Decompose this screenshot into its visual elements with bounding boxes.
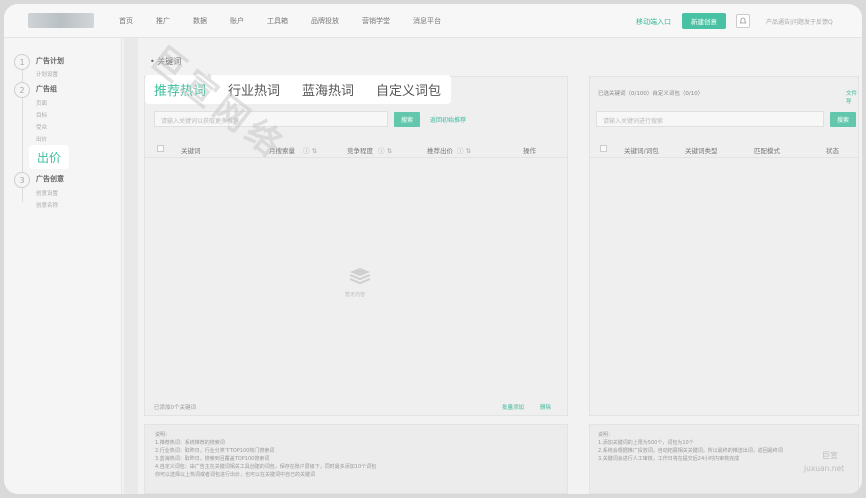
col-keyword-type: 关键词类型 xyxy=(685,147,718,155)
selected-search-input[interactable]: 请输入关键词进行搜索 xyxy=(596,111,824,127)
file-import-link[interactable]: 文件导 xyxy=(846,89,862,105)
selected-keywords-panel xyxy=(589,76,859,416)
bell-icon[interactable] xyxy=(736,14,750,28)
step-number: 2 xyxy=(14,82,30,98)
nav-academy[interactable]: 营销学堂 xyxy=(362,16,390,26)
nav-messages[interactable]: 消息平台 xyxy=(413,16,441,26)
col-suggested-bid[interactable]: 推荐出价 xyxy=(427,145,453,155)
note-line: 你可以选择以上热词或者词包进行出价，也可以在关键词中自己的关键词 xyxy=(155,472,316,478)
step-sub-goal[interactable]: 目标 xyxy=(36,111,47,119)
note-line: 2.行业热词：取昨日，行业分类下TOP100热门搜索词 xyxy=(155,448,275,454)
sidebar-scroll-track xyxy=(124,38,138,494)
nav-brand[interactable]: 品牌投放 xyxy=(311,16,339,26)
brand-logo-cn: 巨宣 xyxy=(822,451,838,460)
main-nav: 首页 推广 数据 账户 工具箱 品牌投放 营销学堂 消息平台 xyxy=(119,4,464,38)
app-window: 首页 推广 数据 账户 工具箱 品牌投放 营销学堂 消息平台 移动端入口 新建创… xyxy=(4,4,862,494)
note-line: 3.关键词会进行人工审核，工作日将在提交后24小时内审核完成 xyxy=(598,456,740,462)
added-count: 已添加0个关键词 xyxy=(154,405,196,411)
selected-table-header: 关键词/词包 关键词类型 匹配模式 状态 xyxy=(590,140,858,158)
nav-account[interactable]: 账户 xyxy=(230,16,244,26)
keyword-search-button[interactable]: 搜索 xyxy=(394,112,420,127)
top-nav-bar: 首页 推广 数据 账户 工具箱 品牌投放 营销学堂 消息平台 移动端入口 新建创… xyxy=(4,4,862,38)
keyword-table-header: 关键词 月搜索量 ⓘ ⇅ 竞争程度 ⓘ ⇅ 推荐出价 ⓘ ⇅ 操作 xyxy=(145,140,567,158)
sort-icon[interactable]: ⓘ ⇅ xyxy=(303,145,317,155)
step-sub-bid[interactable]: 出价 xyxy=(36,135,47,143)
col-monthly-search[interactable]: 月搜索量 xyxy=(269,145,295,155)
col-action: 操作 xyxy=(523,147,536,155)
select-all-checkbox[interactable] xyxy=(600,145,607,152)
tab-recommended[interactable]: 推荐热词 xyxy=(154,80,206,99)
top-search-hint[interactable]: 产品通告|问题发于反馈Q xyxy=(766,17,833,26)
nav-home[interactable]: 首页 xyxy=(119,16,133,26)
step-sidebar: 1 广告计划 计划设置 2 广告组 页面 目标 受众 出价 出价 3 广告创意 … xyxy=(4,38,122,494)
nav-data[interactable]: 数据 xyxy=(193,16,207,26)
sort-icon[interactable]: ⓘ ⇅ xyxy=(378,145,392,155)
batch-add-link[interactable]: 批量添加 xyxy=(502,403,524,411)
selected-count: 已选关键词（0/100）自定义词包（0/10） xyxy=(598,91,704,97)
col-status: 状态 xyxy=(826,147,839,155)
step-title-plan[interactable]: 广告计划 xyxy=(36,56,64,66)
brand-logo-en: juxuan.net xyxy=(804,464,845,473)
sort-icon[interactable]: ⓘ ⇅ xyxy=(457,145,471,155)
empty-box-icon xyxy=(349,268,371,285)
step-sub-creative-name[interactable]: 创意名称 xyxy=(36,201,58,209)
delete-link[interactable]: 删除 xyxy=(540,403,551,411)
keyword-search-input[interactable]: 请输入关键词以获取更多推荐 xyxy=(154,111,388,127)
new-creative-button[interactable]: 新建创意 xyxy=(682,13,726,29)
select-all-checkbox[interactable] xyxy=(157,145,164,152)
empty-state-text: 暂无内容 xyxy=(345,292,366,298)
step-sub-creative-settings[interactable]: 创意设置 xyxy=(36,189,58,197)
tab-blue-ocean[interactable]: 蓝海热词 xyxy=(302,80,354,99)
note-line: 4.自定义词包：由广告主在关键词相关工具创建的词包，保存在账户层级下，同时最多添… xyxy=(155,464,377,470)
notes-title: 说明： xyxy=(598,432,614,438)
notes-right: 说明： 1.添加关键词的上限为500个，词包为10个 2.系统会根据推广投放词，… xyxy=(589,424,859,494)
notes-left: 说明： 1.推荐热词：系统推荐的搜索词 2.行业热词：取昨日，行业分类下TOP1… xyxy=(144,424,568,494)
notes-title: 说明： xyxy=(155,432,171,438)
mobile-entry-link[interactable]: 移动端入口 xyxy=(636,17,671,27)
reset-recommend-link[interactable]: 返回初始推荐 xyxy=(430,115,466,124)
keyword-tabs: 推荐热词 行业热词 蓝海热词 自定义词包 xyxy=(145,75,451,104)
col-keyword-package: 关键词/词包 xyxy=(624,147,659,155)
note-line: 2.系统会根据推广投放词，自动拓展相关关键词，所以最终的推送出词，返回最终词 xyxy=(598,448,783,454)
step-highlight-bid[interactable]: 出价 xyxy=(30,146,68,168)
keyword-recommend-panel xyxy=(144,76,568,416)
nav-toolbox[interactable]: 工具箱 xyxy=(267,16,288,26)
selected-search-button[interactable]: 搜索 xyxy=(830,112,856,127)
app-logo xyxy=(28,13,94,28)
section-title: • 关键词 xyxy=(150,57,182,66)
tab-custom-package[interactable]: 自定义词包 xyxy=(376,80,441,99)
step-number: 1 xyxy=(14,54,30,70)
col-keyword: 关键词 xyxy=(181,147,201,155)
tab-industry[interactable]: 行业热词 xyxy=(228,80,280,99)
step-title-creative[interactable]: 广告创意 xyxy=(36,174,64,184)
note-line: 1.推荐热词：系统推荐的搜索词 xyxy=(155,440,225,446)
step-sub-plan-settings[interactable]: 计划设置 xyxy=(36,70,58,78)
col-match-mode: 匹配模式 xyxy=(754,147,780,155)
step-sub-audience[interactable]: 受众 xyxy=(36,123,47,131)
step-sub-page[interactable]: 页面 xyxy=(36,99,47,107)
step-number: 3 xyxy=(14,172,30,188)
step-title-group[interactable]: 广告组 xyxy=(36,84,57,94)
note-line: 1.添加关键词的上限为500个，词包为10个 xyxy=(598,440,694,446)
nav-promote[interactable]: 推广 xyxy=(156,16,170,26)
note-line: 3.蓝海热词：取昨日，搜索到且覆盖TOP100搜索词 xyxy=(155,456,270,462)
col-competition[interactable]: 竞争程度 xyxy=(347,145,373,155)
